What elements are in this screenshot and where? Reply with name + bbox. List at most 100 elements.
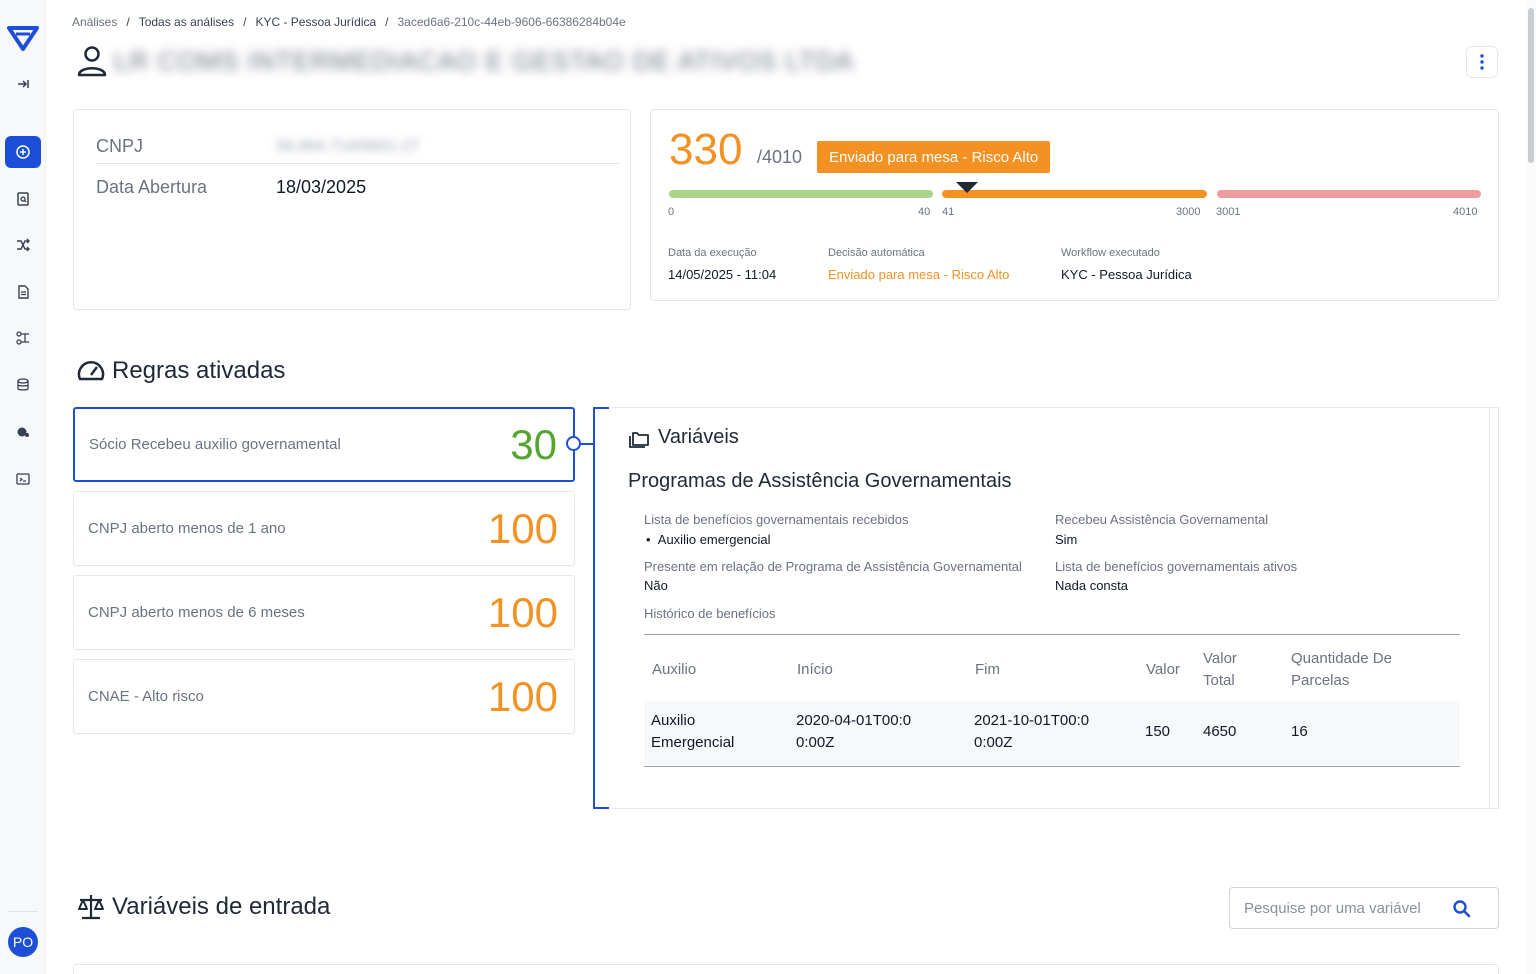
terminal-icon[interactable] [5, 463, 41, 495]
input-variables-section-title: Variáveis de entrada [76, 892, 330, 922]
field-label: Lista de benefícios governamentais receb… [644, 512, 909, 527]
search-icon[interactable] [1452, 899, 1472, 919]
rules-title-text: Regras ativadas [112, 357, 286, 384]
tick-label: 41 [942, 206, 955, 218]
field-label: Presente em relação de Programa de Assis… [644, 559, 1022, 574]
cnpj-row: CNPJ 59.964.714/0001-27 [96, 130, 620, 164]
rule-connector-dot [566, 436, 581, 451]
cnpj-label: CNPJ [96, 136, 144, 156]
variables-title: Variáveis [628, 426, 739, 449]
scale-icon [78, 895, 104, 920]
field-value: Não [644, 578, 668, 593]
sidebar-divider [8, 911, 38, 912]
table-cell: 150 [1145, 723, 1171, 740]
breadcrumb-analysis-id: 3aced6a6-210c-44eb-9606-66386284b04e [397, 15, 626, 29]
more-options-button[interactable] [1466, 46, 1498, 78]
sidebar: PO [0, 0, 46, 974]
variable-search-box [1229, 887, 1499, 929]
exec-date-value: 14/05/2025 - 11:04 [668, 267, 777, 282]
breadcrumb: Análises / Todas as análises / KYC - Pes… [72, 15, 626, 29]
score-range-low [669, 190, 933, 198]
table-header: Valor Total [1203, 650, 1237, 689]
rules-section-title: Regras ativadas [76, 356, 285, 386]
rule-name: CNPJ aberto menos de 6 meses [88, 604, 305, 621]
field-value: • Auxilio emergencial [646, 532, 771, 547]
variables-subtitle: Programas de Assistência Governamentais [628, 470, 1012, 492]
benefit-item: Auxilio emergencial [657, 532, 771, 547]
input-variables-title-text: Variáveis de entrada [112, 893, 331, 920]
logo-icon[interactable] [7, 24, 39, 52]
shuffle-icon[interactable] [5, 229, 41, 261]
rule-card-cnae-alto-risco[interactable]: CNAE - Alto risco 100 [73, 659, 575, 734]
database-icon[interactable] [5, 369, 41, 401]
tick-label: 40 [918, 206, 931, 218]
breadcrumb-separator: / [385, 15, 389, 29]
history-label: Histórico de benefícios [644, 606, 776, 621]
rule-connector [580, 443, 594, 445]
rule-score: 100 [487, 672, 558, 720]
variable-search-input[interactable] [1244, 899, 1444, 917]
exec-date-label: Data da execução [668, 247, 757, 259]
tick-label: 0 [668, 206, 675, 218]
benefits-history-table: Auxilio Início Fim Valor Valor Total Qua… [644, 634, 1460, 767]
breadcrumb-todas-analises[interactable]: Todas as análises [139, 15, 234, 29]
table-cell: 2021-10-01T00:00:00Z [974, 712, 1090, 751]
scrollbar-thumb[interactable] [1528, 8, 1534, 163]
flow-icon[interactable] [5, 322, 41, 354]
data-abertura-value: 18/03/2025 [276, 176, 367, 197]
table-header: Quantidade De Parcelas [1291, 650, 1392, 689]
workflow-label: Workflow executado [1061, 247, 1160, 259]
page-scrollbar[interactable] [1526, 0, 1536, 974]
decision-label: Decisão automática [828, 247, 925, 259]
panel-scrollbar[interactable] [1489, 408, 1490, 808]
rule-score: 100 [487, 504, 558, 552]
workflow-value[interactable]: KYC - Pessoa Jurídica [1061, 267, 1192, 282]
document-icon[interactable] [5, 276, 41, 308]
table-header: Auxilio [652, 661, 697, 678]
rule-score: 30 [510, 420, 557, 468]
company-info-card: CNPJ 59.964.714/0001-27 Data Abertura 18… [73, 109, 631, 310]
tick-label: 3001 [1216, 206, 1241, 218]
risk-badge: Enviado para mesa - Risco Alto [817, 141, 1051, 173]
score-card: 330 /4010 Enviado para mesa - Risco Alto… [650, 109, 1499, 301]
table-cell: Auxilio Emergencial [651, 712, 735, 751]
breadcrumb-kyc[interactable]: KYC - Pessoa Jurídica [255, 15, 376, 29]
input-variables-card [73, 964, 1499, 974]
folder-icon [629, 431, 649, 448]
rule-card-cnpj-1-ano[interactable]: CNPJ aberto menos de 1 ano 100 [73, 491, 575, 566]
person-icon [77, 46, 107, 77]
score-range-high [1217, 190, 1481, 198]
rule-name: CNAE - Alto risco [88, 688, 204, 705]
decision-value: Enviado para mesa - Risco Alto [828, 267, 1010, 282]
field-value: Nada consta [1055, 578, 1128, 593]
rule-name: Sócio Recebeu auxilio governamental [89, 436, 341, 453]
data-abertura-label: Data Abertura [96, 176, 208, 197]
breadcrumb-analises[interactable]: Análises [72, 15, 117, 29]
search-document-icon[interactable] [5, 183, 41, 215]
breadcrumb-separator: / [126, 15, 130, 29]
table-header: Valor [1146, 661, 1180, 678]
score-max: /4010 [757, 147, 803, 167]
table-row: Auxilio Emergencial 2020-04-01T00:00:00Z… [644, 701, 1460, 767]
tick-label: 3000 [1176, 206, 1201, 218]
expand-icon[interactable] [5, 68, 41, 100]
add-circle-icon[interactable] [5, 136, 41, 168]
kebab-icon [1480, 54, 1484, 70]
table-header: Fim [975, 661, 1000, 678]
variables-title-text: Variáveis [658, 426, 739, 448]
variables-panel: Variáveis Programas de Assistência Gover… [612, 407, 1499, 809]
analytics-icon[interactable] [5, 416, 41, 448]
rule-score: 100 [487, 588, 558, 636]
rule-name: CNPJ aberto menos de 1 ano [88, 520, 286, 537]
page-header: LR COMS INTERMEDIACAO E GESTAO DE ATIVOS… [76, 44, 854, 78]
score-value: 330 [669, 125, 743, 174]
rule-card-cnpj-6-meses[interactable]: CNPJ aberto menos de 6 meses 100 [73, 575, 575, 650]
field-label: Recebeu Assistência Governamental [1055, 512, 1269, 527]
avatar[interactable]: PO [8, 927, 38, 957]
field-value: Sim [1055, 532, 1078, 547]
table-cell: 2020-04-01T00:00:00Z [796, 712, 912, 751]
score-range-medium [942, 190, 1207, 198]
variables-bracket [593, 407, 609, 809]
breadcrumb-separator: / [243, 15, 247, 29]
rule-card-socio-auxilio[interactable]: Sócio Recebeu auxilio governamental 30 [73, 407, 575, 482]
